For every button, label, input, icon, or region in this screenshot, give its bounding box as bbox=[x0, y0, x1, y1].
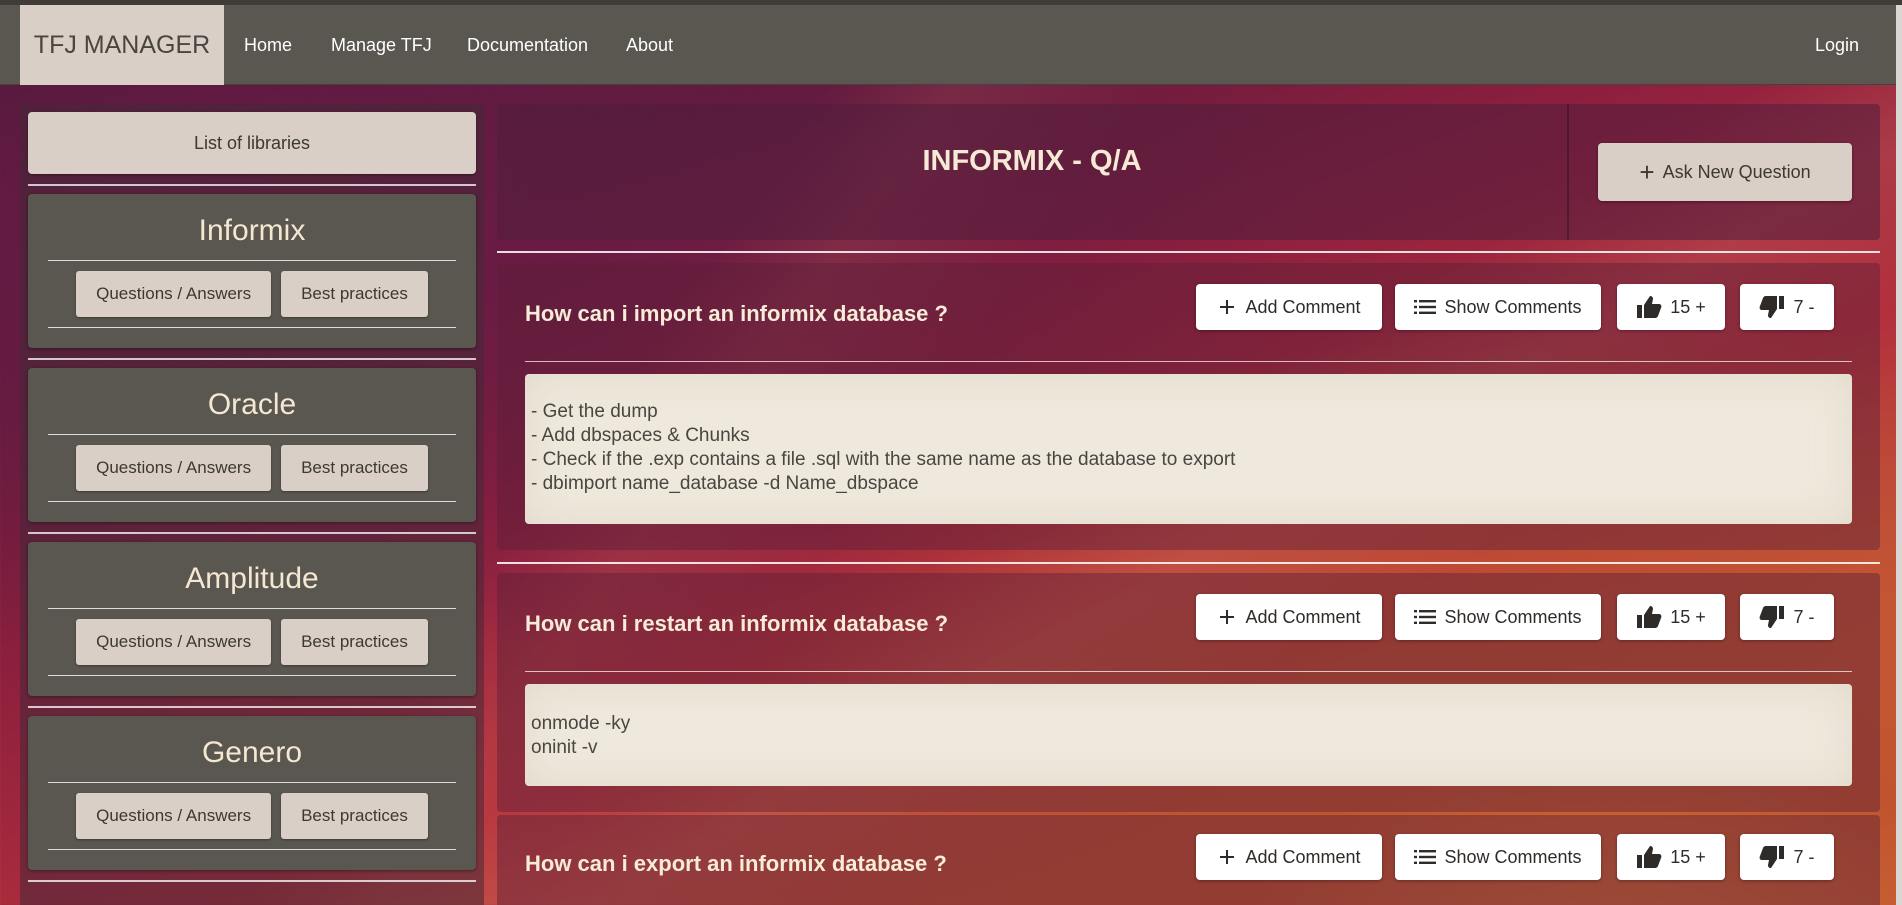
divider bbox=[28, 880, 476, 882]
upvote-button[interactable]: 15 + bbox=[1617, 284, 1725, 330]
library-card-genero: Genero Questions / Answers Best practice… bbox=[28, 716, 476, 870]
nav-login[interactable]: Login bbox=[1815, 5, 1859, 85]
nav-documentation[interactable]: Documentation bbox=[467, 5, 588, 85]
navbar: TFJ MANAGER Home Manage TFJ Documentatio… bbox=[0, 5, 1902, 85]
show-comments-button[interactable]: Show Comments bbox=[1395, 594, 1601, 640]
divider bbox=[497, 562, 1880, 564]
add-comment-label: Add Comment bbox=[1245, 847, 1361, 867]
list-icon bbox=[1414, 850, 1437, 864]
plus-icon bbox=[1220, 850, 1235, 864]
nav-manage-tfj[interactable]: Manage TFJ bbox=[331, 5, 432, 85]
nav-about[interactable]: About bbox=[626, 5, 673, 85]
ask-new-question-button[interactable]: + Ask New Question bbox=[1598, 143, 1852, 201]
thumbs-up-icon bbox=[1637, 846, 1662, 868]
add-comment-label: Add Comment bbox=[1245, 297, 1361, 317]
thumbs-down-icon bbox=[1760, 296, 1785, 318]
thumbs-down-icon bbox=[1760, 606, 1785, 628]
upvote-count: 15 + bbox=[1670, 297, 1706, 317]
answer-line: - dbimport name_database -d Name_dbspace bbox=[531, 473, 919, 494]
library-card-informix: Informix Questions / Answers Best practi… bbox=[28, 194, 476, 348]
nav-home[interactable]: Home bbox=[244, 5, 292, 85]
sidebar: List of libraries Informix Questions / A… bbox=[20, 104, 484, 905]
answer-line: - Get the dump bbox=[531, 401, 658, 422]
show-comments-button[interactable]: Show Comments bbox=[1395, 284, 1601, 330]
divider bbox=[497, 251, 1880, 253]
thumbs-up-icon bbox=[1637, 296, 1662, 318]
add-comment-button[interactable]: Add Comment bbox=[1196, 284, 1382, 330]
downvote-count: 7 - bbox=[1793, 847, 1815, 867]
divider bbox=[48, 327, 456, 328]
list-icon bbox=[1414, 610, 1437, 624]
show-comments-button[interactable]: Show Comments bbox=[1395, 834, 1601, 880]
divider bbox=[48, 501, 456, 502]
question-title: How can i restart an informix database ? bbox=[525, 611, 949, 636]
add-comment-button[interactable]: Add Comment bbox=[1196, 594, 1382, 640]
show-comments-label: Show Comments bbox=[1444, 847, 1582, 867]
add-comment-button[interactable]: Add Comment bbox=[1196, 834, 1382, 880]
library-title: Informix bbox=[198, 214, 306, 247]
library-title: Genero bbox=[201, 736, 303, 769]
divider bbox=[48, 434, 456, 435]
question-card: How can i import an informix database ? … bbox=[497, 263, 1880, 550]
divider bbox=[28, 706, 476, 708]
best-practices-button[interactable]: Best practices bbox=[281, 445, 428, 491]
question-card: How can i export an informix database ? … bbox=[497, 815, 1880, 905]
plus-icon: + bbox=[1639, 157, 1655, 187]
library-title: Amplitude bbox=[185, 562, 319, 595]
answer-line: onmode -ky bbox=[531, 713, 631, 734]
plus-icon bbox=[1220, 610, 1235, 624]
divider bbox=[48, 782, 456, 783]
question-title: How can i import an informix database ? bbox=[525, 301, 948, 326]
plus-icon bbox=[1220, 300, 1235, 314]
upvote-count: 15 + bbox=[1670, 607, 1706, 627]
best-practices-button[interactable]: Best practices bbox=[281, 793, 428, 839]
upvote-button[interactable]: 15 + bbox=[1617, 834, 1725, 880]
best-practices-button[interactable]: Best practices bbox=[281, 619, 428, 665]
divider bbox=[525, 671, 1852, 672]
divider bbox=[48, 849, 456, 850]
thumbs-up-icon bbox=[1637, 606, 1662, 628]
qa-button[interactable]: Questions / Answers bbox=[76, 619, 272, 665]
divider bbox=[48, 260, 456, 261]
main-header: INFORMIX - Q/A + Ask New Question bbox=[497, 104, 1880, 240]
best-practices-button[interactable]: Best practices bbox=[281, 271, 428, 317]
list-of-libraries-button[interactable]: List of libraries bbox=[28, 112, 476, 174]
qa-button[interactable]: Questions / Answers bbox=[76, 445, 272, 491]
library-title: Oracle bbox=[207, 388, 297, 421]
show-comments-label: Show Comments bbox=[1444, 607, 1582, 627]
qa-button[interactable]: Questions / Answers bbox=[76, 793, 272, 839]
answer-box: - Get the dump - Add dbspaces & Chunks -… bbox=[525, 374, 1852, 524]
downvote-count: 7 - bbox=[1793, 607, 1815, 627]
answer-line: - Check if the .exp contains a file .sql… bbox=[531, 449, 1236, 470]
divider bbox=[28, 184, 476, 186]
question-card: How can i restart an informix database ?… bbox=[497, 573, 1880, 812]
divider bbox=[525, 361, 1852, 362]
divider bbox=[28, 532, 476, 534]
downvote-button[interactable]: 7 - bbox=[1740, 284, 1834, 330]
answer-line: - Add dbspaces & Chunks bbox=[531, 425, 750, 446]
brand-logo[interactable]: TFJ MANAGER bbox=[20, 5, 224, 85]
answer-box: onmode -ky oninit -v bbox=[525, 684, 1852, 786]
downvote-button[interactable]: 7 - bbox=[1740, 834, 1834, 880]
downvote-count: 7 - bbox=[1793, 297, 1815, 317]
answer-line: oninit -v bbox=[531, 737, 598, 758]
add-comment-label: Add Comment bbox=[1245, 607, 1361, 627]
divider bbox=[28, 358, 476, 360]
divider bbox=[48, 608, 456, 609]
question-title: How can i export an informix database ? bbox=[525, 851, 947, 876]
downvote-button[interactable]: 7 - bbox=[1740, 594, 1834, 640]
list-icon bbox=[1414, 300, 1437, 314]
qa-button[interactable]: Questions / Answers bbox=[76, 271, 272, 317]
library-card-oracle: Oracle Questions / Answers Best practice… bbox=[28, 368, 476, 522]
library-card-amplitude: Amplitude Questions / Answers Best pract… bbox=[28, 542, 476, 696]
upvote-button[interactable]: 15 + bbox=[1617, 594, 1725, 640]
upvote-count: 15 + bbox=[1670, 847, 1706, 867]
page-title: INFORMIX - Q/A bbox=[497, 104, 1569, 240]
divider bbox=[48, 675, 456, 676]
scrollbar[interactable] bbox=[1896, 5, 1902, 905]
ask-new-question-label: Ask New Question bbox=[1662, 162, 1811, 182]
show-comments-label: Show Comments bbox=[1444, 297, 1582, 317]
thumbs-down-icon bbox=[1760, 846, 1785, 868]
